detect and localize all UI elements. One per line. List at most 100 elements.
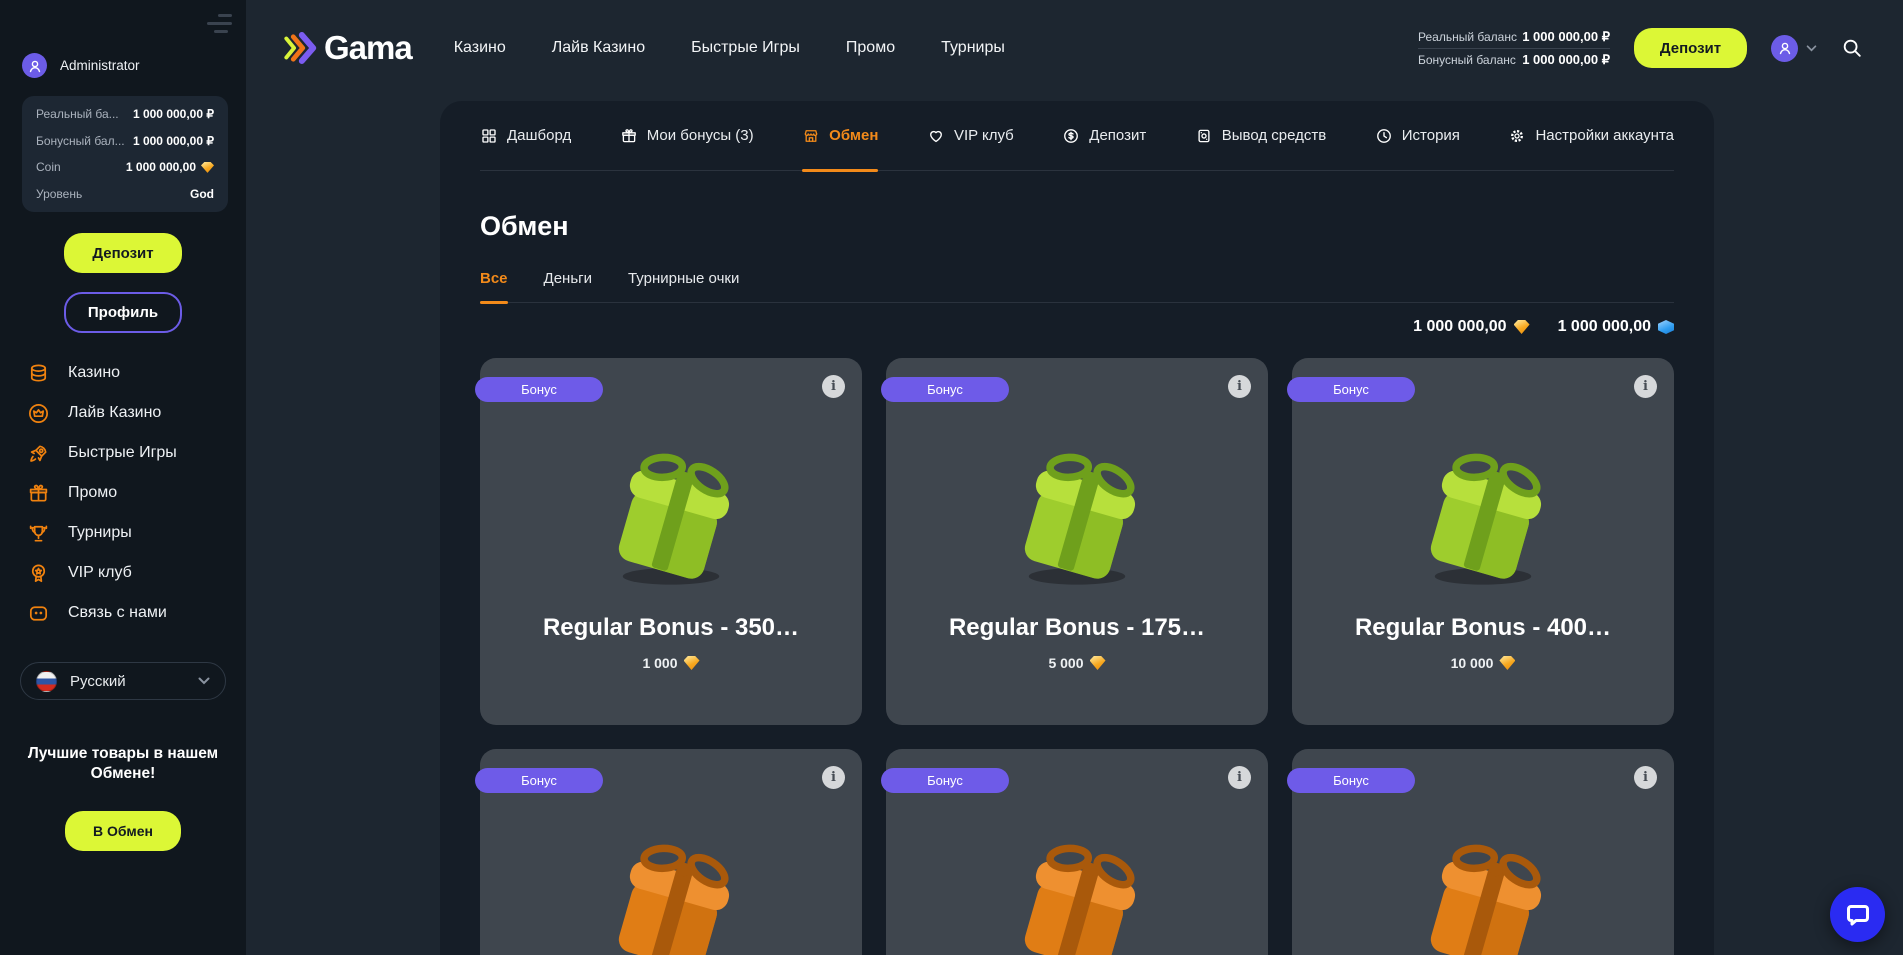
- gift-box-image: [1395, 821, 1571, 955]
- bonus-badge: Бонус: [475, 377, 603, 402]
- sidebar-item-label: Казино: [68, 364, 120, 382]
- tab-account-settings[interactable]: Настройки аккаунта: [1508, 101, 1674, 170]
- chevron-down-icon: [198, 677, 210, 685]
- chevron-down-icon: [1806, 45, 1817, 52]
- sidebar-item-live-casino[interactable]: Лайв Казино: [0, 393, 246, 433]
- coin-balance-row: Coin 1 000 000,00: [36, 160, 214, 174]
- user-name: Administrator: [60, 58, 140, 73]
- to-exchange-button[interactable]: В Обмен: [65, 811, 181, 851]
- sidebar-item-label: VIP клуб: [68, 564, 132, 582]
- sidebar-item-contact-us[interactable]: Связь с нами: [0, 593, 246, 633]
- coin-gem-icon: [201, 162, 214, 173]
- info-icon[interactable]: i: [822, 375, 845, 398]
- gift-box-image: [1395, 430, 1571, 588]
- gift-icon: [620, 127, 638, 145]
- header-nav-promo[interactable]: Промо: [846, 39, 895, 57]
- sidebar-item-vip-club[interactable]: VIP клуб: [0, 553, 246, 593]
- bonus-price-value: 1 000: [642, 655, 677, 671]
- filter-money[interactable]: Деньги: [544, 270, 592, 287]
- coin-gem-icon: [1514, 320, 1530, 334]
- bonus-card[interactable]: Бонус i Regular Bonus - 400… 10 000: [1292, 358, 1674, 725]
- top-header: Gama Казино Лайв Казино Быстрые Игры Про…: [246, 0, 1903, 96]
- gama-chevrons-icon: [282, 27, 320, 69]
- live-chat-button[interactable]: [1830, 887, 1885, 942]
- bonus-price: 1 000: [480, 655, 862, 671]
- bonus-card[interactable]: Бонус i Regular Bonus - 175… 5 000: [886, 358, 1268, 725]
- sidebar-balance-card: Реальный ба... 1 000 000,00 ₽ Бонусный б…: [22, 96, 228, 212]
- rocket-icon: [26, 442, 51, 465]
- coin-gem-icon: [1090, 656, 1106, 670]
- header-real-balance-label: Реальный баланс: [1418, 30, 1517, 44]
- bonus-card[interactable]: Бонус i: [480, 749, 862, 955]
- header-deposit-button[interactable]: Депозит: [1634, 28, 1747, 68]
- dashboard-icon: [480, 127, 498, 145]
- bonus-price-value: 10 000: [1451, 655, 1494, 671]
- header-nav-casino[interactable]: Казино: [454, 39, 506, 57]
- account-tabbar: Дашборд Мои бонусы (3) Обмен VIP клуб Де…: [480, 101, 1674, 171]
- wallet-coins-value: 1 000 000,00: [1413, 318, 1506, 336]
- coin-balance-value: 1 000 000,00: [126, 160, 196, 174]
- trophy-icon: [26, 522, 51, 545]
- info-icon[interactable]: i: [1634, 766, 1657, 789]
- bonus-card[interactable]: Бонус i: [1292, 749, 1674, 955]
- search-button[interactable]: [1841, 37, 1863, 59]
- tab-my-bonuses[interactable]: Мои бонусы (3): [620, 101, 754, 170]
- sidebar-deposit-button[interactable]: Депозит: [64, 233, 182, 273]
- filter-tournament-points[interactable]: Турнирные очки: [628, 270, 739, 287]
- bonus-card[interactable]: Бонус i: [886, 749, 1268, 955]
- header-nav-live-casino[interactable]: Лайв Казино: [552, 39, 645, 57]
- bonus-card[interactable]: Бонус i Regular Bonus - 350… 1 000: [480, 358, 862, 725]
- brand-logo[interactable]: Gama: [282, 27, 412, 69]
- header-nav-fast-games[interactable]: Быстрые Игры: [691, 39, 800, 57]
- tab-label: История: [1402, 127, 1460, 144]
- bonus-cards-grid: Бонус i Regular Bonus - 350… 1 000 Бонус…: [480, 358, 1674, 955]
- tab-vip-club[interactable]: VIP клуб: [927, 101, 1014, 170]
- header-nav-tournaments[interactable]: Турниры: [941, 39, 1005, 57]
- sidebar-item-promo[interactable]: Промо: [0, 473, 246, 513]
- sidebar-promo-text: Лучшие товары в нашем Обмене!: [10, 744, 236, 784]
- header-bonus-balance-label: Бонусный баланс: [1418, 53, 1516, 67]
- bonus-badge: Бонус: [881, 768, 1009, 793]
- account-menu[interactable]: [1771, 35, 1817, 62]
- bonus-balance-row: Бонусный бал... 1 000 000,00 ₽: [36, 134, 214, 148]
- page-title: Обмен: [480, 211, 1674, 242]
- info-icon[interactable]: i: [822, 766, 845, 789]
- sidebar: Administrator Реальный ба... 1 000 000,0…: [0, 0, 246, 955]
- header-bonus-balance-value: 1 000 000,00 ₽: [1522, 52, 1610, 68]
- language-selector[interactable]: Русский: [20, 662, 226, 700]
- bonus-price: 5 000: [886, 655, 1268, 671]
- shop-filters: Все Деньги Турнирные очки: [480, 270, 1674, 303]
- casino-coins-icon: [26, 362, 51, 385]
- sidebar-item-casino[interactable]: Казино: [0, 353, 246, 393]
- sidebar-profile-button[interactable]: Профиль: [64, 292, 182, 333]
- tab-label: Дашборд: [507, 127, 571, 144]
- gear-icon: [1508, 127, 1526, 145]
- sidebar-collapse-menu-icon[interactable]: [206, 14, 232, 38]
- info-icon[interactable]: i: [1634, 375, 1657, 398]
- coin-gem-icon: [1499, 656, 1515, 670]
- info-icon[interactable]: i: [1228, 375, 1251, 398]
- filter-all[interactable]: Все: [480, 270, 508, 287]
- sidebar-item-label: Промо: [68, 484, 117, 502]
- tab-dashboard[interactable]: Дашборд: [480, 101, 571, 170]
- sidebar-user[interactable]: Administrator: [22, 53, 140, 78]
- real-balance-value: 1 000 000,00 ₽: [133, 107, 214, 121]
- header-balances: Реальный баланс 1 000 000,00 ₽ Бонусный …: [1418, 26, 1610, 71]
- tab-exchange[interactable]: Обмен: [802, 101, 878, 170]
- tab-withdraw[interactable]: Вывод средств: [1195, 101, 1326, 170]
- sidebar-item-label: Быстрые Игры: [68, 444, 177, 462]
- info-icon[interactable]: i: [1228, 766, 1251, 789]
- tab-label: Вывод средств: [1222, 127, 1326, 144]
- search-icon: [1841, 37, 1863, 59]
- gift-icon: [26, 482, 51, 505]
- sidebar-item-tournaments[interactable]: Турниры: [0, 513, 246, 553]
- sidebar-item-fast-games[interactable]: Быстрые Игры: [0, 433, 246, 473]
- points-gem-icon: [1658, 320, 1674, 334]
- tab-deposit[interactable]: Депозит: [1062, 101, 1146, 170]
- sidebar-item-label: Лайв Казино: [68, 404, 161, 422]
- russian-flag-icon: [36, 671, 57, 692]
- tab-history[interactable]: История: [1375, 101, 1460, 170]
- vip-badge-icon: [26, 562, 51, 585]
- level-label: Уровень: [36, 187, 82, 201]
- bonus-badge: Бонус: [1287, 768, 1415, 793]
